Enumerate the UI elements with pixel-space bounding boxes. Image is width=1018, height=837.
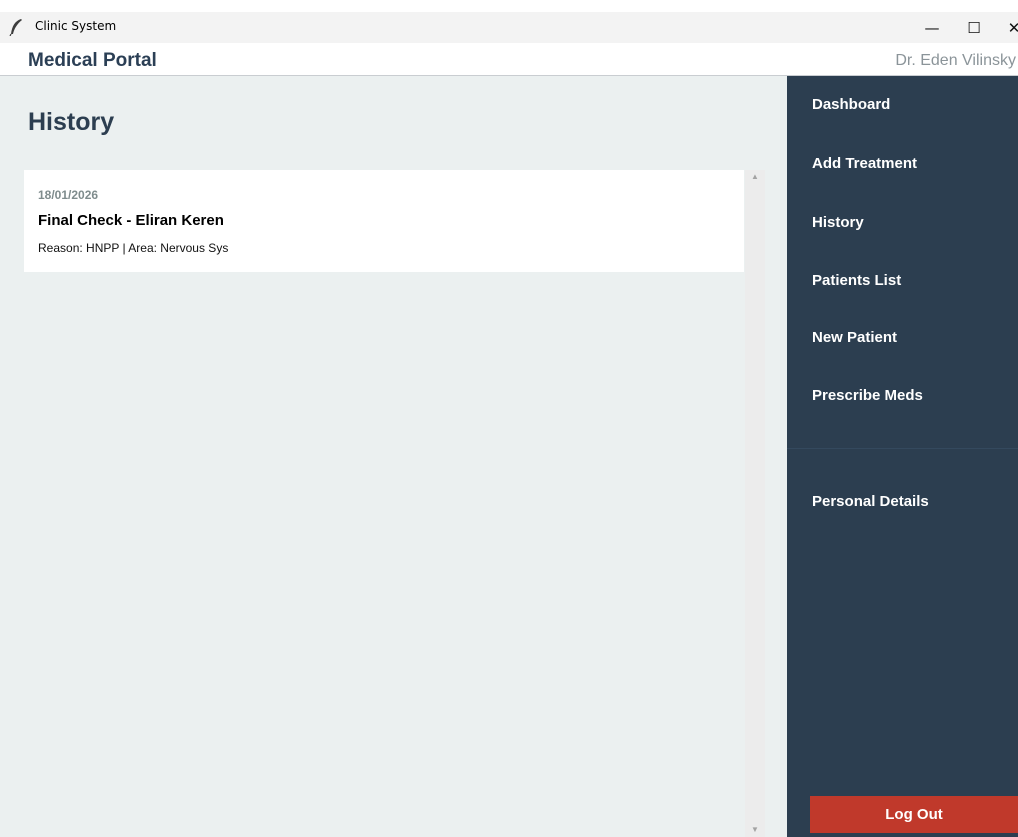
window-title: Clinic System (35, 19, 117, 33)
app-header: Medical Portal Dr. Eden Vilinsky (0, 43, 1018, 76)
portal-title: Medical Portal (28, 50, 157, 71)
sidebar-item-history[interactable]: History (812, 214, 864, 231)
feather-icon (9, 18, 25, 37)
sidebar-item-patients-list[interactable]: Patients List (812, 272, 901, 289)
maximize-button[interactable]: ☐ (956, 12, 992, 43)
close-button[interactable]: ✕ (996, 12, 1018, 43)
history-entry-card[interactable]: 18/01/2026 Final Check - Eliran Keren Re… (24, 170, 744, 272)
scroll-up-arrow-icon[interactable]: ▲ (745, 170, 765, 184)
sidebar-item-prescribe-meds[interactable]: Prescribe Meds (812, 387, 923, 404)
scroll-down-arrow-icon[interactable]: ▼ (745, 823, 765, 837)
sidebar-divider (787, 448, 1018, 449)
logout-button[interactable]: Log Out (810, 796, 1018, 833)
entry-details: Reason: HNPP | Area: Nervous Sys (38, 241, 229, 255)
sidebar-item-dashboard[interactable]: Dashboard (812, 96, 890, 113)
sidebar-item-personal-details[interactable]: Personal Details (812, 493, 929, 510)
history-list: 18/01/2026 Final Check - Eliran Keren Re… (24, 170, 744, 837)
entry-date: 18/01/2026 (38, 188, 99, 202)
page-title: History (28, 108, 115, 136)
sidebar-item-add-treatment[interactable]: Add Treatment (812, 155, 917, 172)
entry-title: Final Check - Eliran Keren (38, 212, 224, 229)
sidebar: Dashboard Add Treatment History Patients… (787, 76, 1018, 837)
window-titlebar: Clinic System — ☐ ✕ (0, 12, 1018, 43)
history-scrollbar[interactable]: ▲ ▼ (745, 170, 765, 837)
user-name: Dr. Eden Vilinsky (895, 52, 1016, 69)
minimize-button[interactable]: — (914, 12, 950, 43)
sidebar-item-new-patient[interactable]: New Patient (812, 329, 897, 346)
